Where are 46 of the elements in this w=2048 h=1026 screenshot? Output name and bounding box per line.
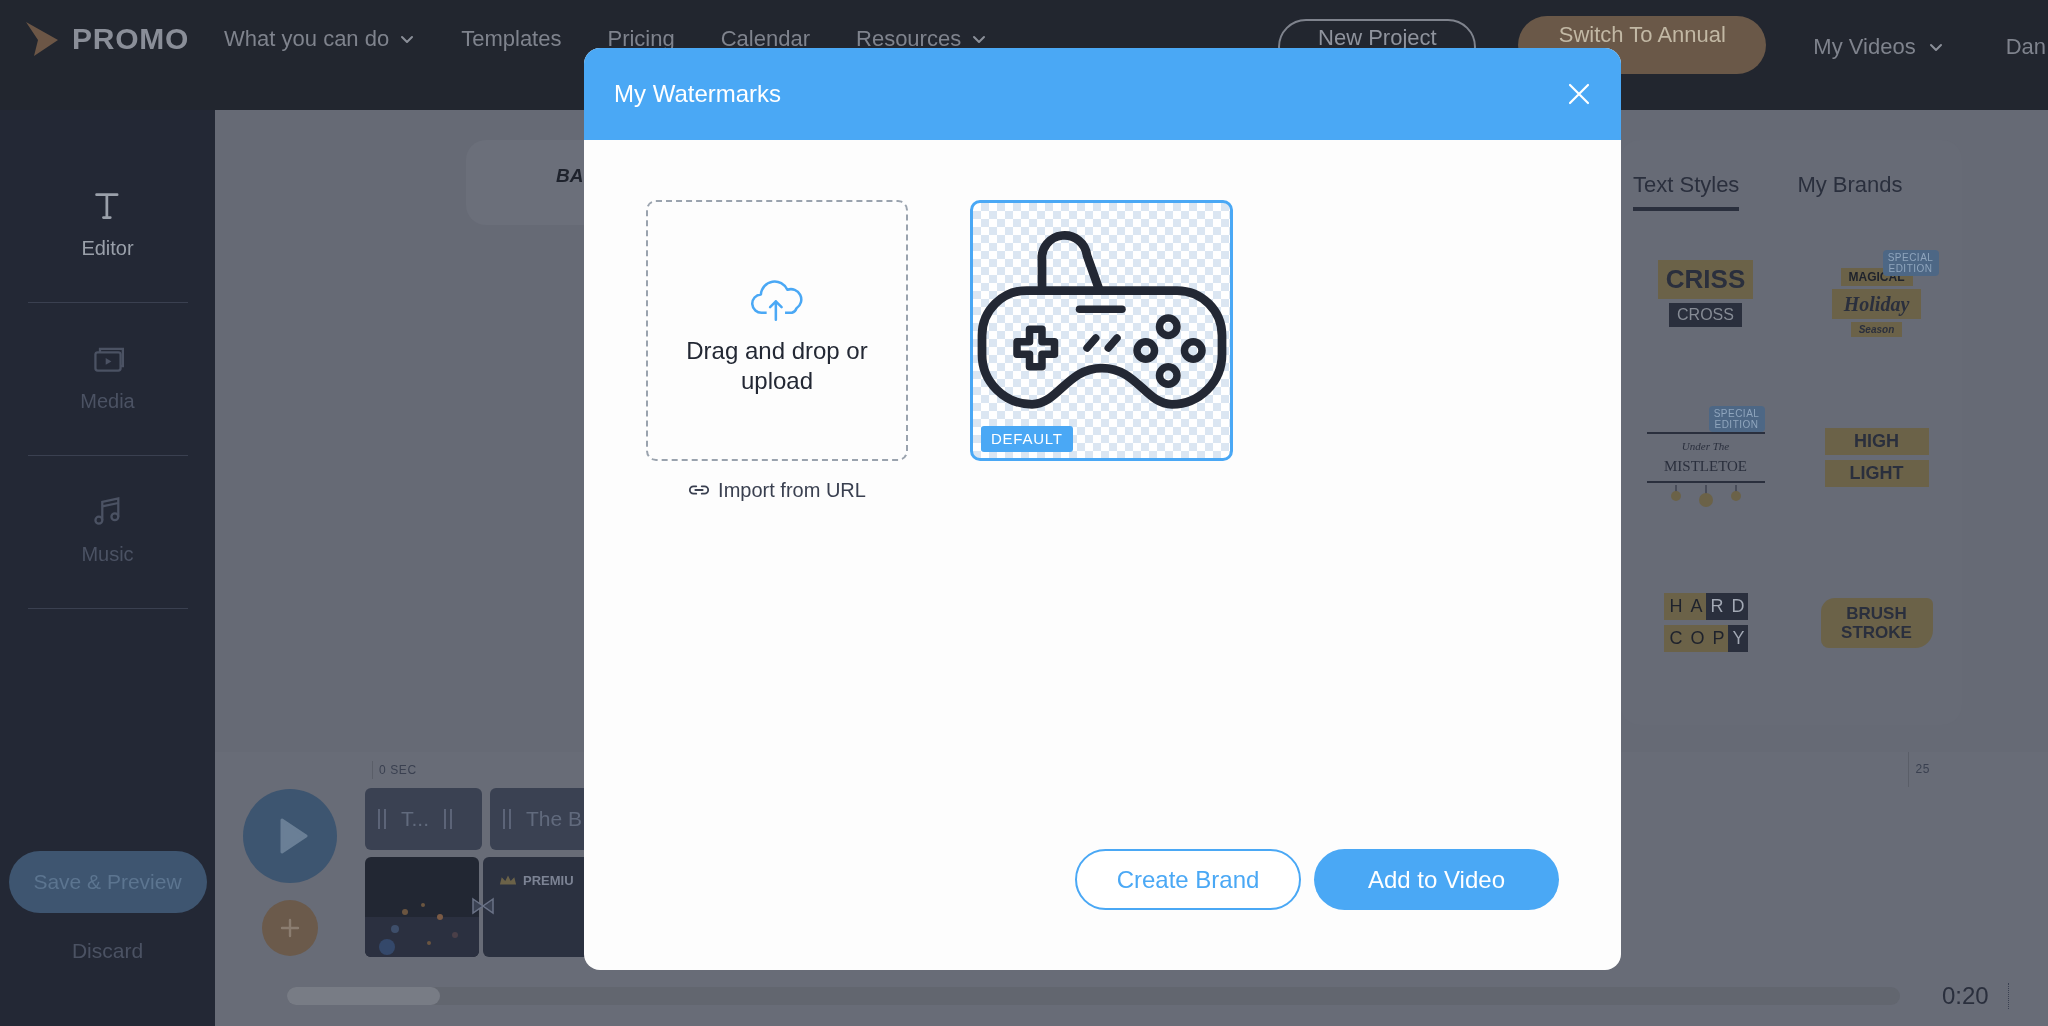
playhead-line	[2007, 983, 2009, 1009]
plus-icon	[280, 918, 300, 938]
close-button[interactable]	[1567, 82, 1591, 106]
nav-link[interactable]: What you can do	[224, 22, 416, 55]
text-style-item[interactable]: HIGH LIGHT	[1824, 428, 1929, 488]
canvas-text: BA	[556, 165, 584, 186]
text-style-item[interactable]: CRISS CROSS	[1657, 259, 1754, 327]
style-text: Under The	[1681, 439, 1730, 455]
close-icon	[1567, 82, 1591, 106]
play-icon	[278, 818, 308, 854]
text-style-item[interactable]: SPECIAL EDITION Under The MISTLETOE	[1646, 406, 1765, 510]
drag-handle-icon[interactable]	[502, 809, 512, 829]
upload-dropzone[interactable]: Drag and drop or upload	[646, 200, 908, 461]
add-to-video-button[interactable]: Add to Video	[1314, 849, 1559, 910]
edition-badge: SPECIAL EDITION	[1708, 406, 1765, 433]
style-text: LIGHT	[1824, 460, 1929, 488]
logo-text[interactable]: PROMO	[72, 16, 190, 61]
drag-handle-icon[interactable]	[377, 809, 387, 829]
drag-handle-icon[interactable]	[443, 809, 453, 829]
text-style-item[interactable]: BRUSH STROKE	[1820, 597, 1933, 648]
transition-icon[interactable]	[471, 897, 495, 915]
watermark-tile[interactable]: DEFAULT	[970, 200, 1233, 461]
user-name[interactable]: Dan	[2005, 30, 2046, 63]
style-text: CROSS	[1669, 302, 1742, 327]
style-text: HIGH	[1824, 428, 1929, 456]
add-button[interactable]	[262, 900, 318, 956]
style-text: STROKE	[1841, 622, 1912, 642]
create-brand-button[interactable]: Create Brand	[1075, 849, 1301, 910]
style-text: MISTLETOE	[1663, 457, 1748, 476]
clip-title: PREMIU	[523, 872, 574, 890]
style-text: CRISS	[1657, 259, 1754, 299]
nav-link[interactable]: Templates	[461, 22, 562, 55]
panel-tab[interactable]: Text Styles	[1633, 168, 1740, 211]
default-badge: DEFAULT	[981, 425, 1073, 452]
panel-tab[interactable]: My Brands	[1797, 168, 1903, 211]
import-url-link[interactable]: Import from URL	[688, 475, 866, 505]
style-text: Holiday	[1831, 288, 1922, 319]
my-videos-menu[interactable]: My Videos	[1813, 30, 1944, 63]
dialog-title: My Watermarks	[614, 79, 782, 109]
upload-instruction: Drag and drop or upload	[685, 335, 869, 396]
nav-link[interactable]: Resources	[856, 22, 988, 55]
style-text: BRUSH	[1846, 603, 1907, 623]
crown-icon	[499, 874, 517, 886]
sidebar-item[interactable]: Editor	[27, 150, 188, 303]
time-display: 0:20	[1942, 981, 1989, 1011]
style-text: Season	[1850, 321, 1903, 337]
